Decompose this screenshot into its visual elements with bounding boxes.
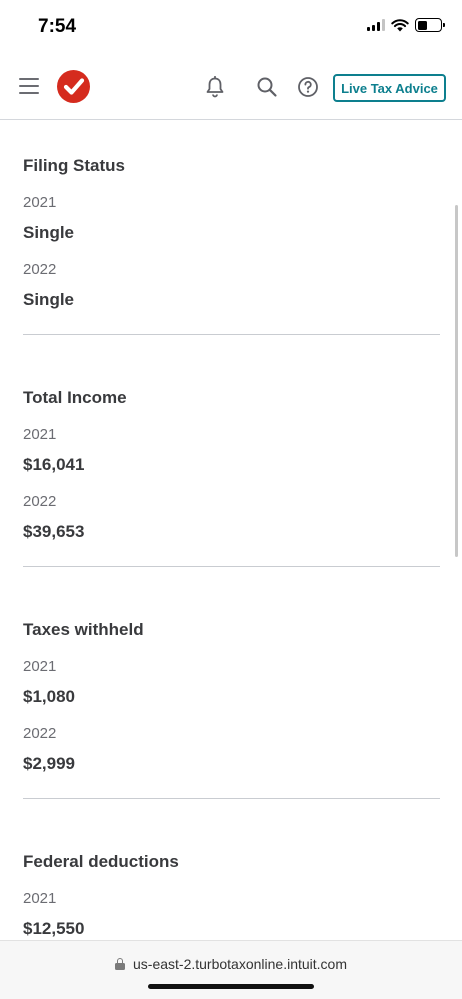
url-text: us-east-2.turbotaxonline.intuit.com	[133, 956, 347, 972]
url-display[interactable]: us-east-2.turbotaxonline.intuit.com	[0, 956, 462, 972]
year-value: $1,080	[23, 687, 75, 706]
year-value: $16,041	[23, 455, 85, 474]
year-label: 2021	[23, 890, 57, 907]
turbotax-logo[interactable]	[57, 70, 90, 103]
year-value: $39,653	[23, 522, 85, 541]
section-title: Filing Status	[23, 156, 125, 175]
total-income-section: Total Income 2021 $16,041 2022 $39,653	[23, 335, 440, 567]
battery-icon	[415, 18, 445, 32]
status-time: 7:54	[38, 16, 77, 37]
filing-status-section: Filing Status 2021 Single 2022 Single	[23, 120, 440, 335]
year-value: Single	[23, 223, 75, 242]
bell-icon[interactable]	[205, 76, 225, 98]
wifi-icon	[391, 18, 409, 31]
year-label: 2022	[23, 261, 57, 278]
federal-deductions-section: Federal deductions 2021 $12,550	[23, 799, 440, 939]
signal-icon	[367, 19, 385, 31]
lock-icon	[115, 958, 125, 970]
app-header: Live Tax Advice	[0, 56, 462, 120]
taxes-withheld-section: Taxes withheld 2021 $1,080 2022 $2,999	[23, 567, 440, 799]
status-bar: 7:54	[0, 0, 462, 56]
search-icon[interactable]	[256, 76, 278, 98]
section-title: Total Income	[23, 388, 127, 407]
year-value: $2,999	[23, 754, 75, 773]
menu-icon[interactable]	[19, 78, 39, 94]
year-label: 2021	[23, 194, 57, 211]
year-value: Single	[23, 290, 75, 309]
year-label: 2022	[23, 493, 57, 510]
section-title: Federal deductions	[23, 852, 179, 871]
year-label: 2022	[23, 725, 57, 742]
browser-url-bar[interactable]: us-east-2.turbotaxonline.intuit.com	[0, 940, 462, 999]
live-tax-advice-button[interactable]: Live Tax Advice	[333, 74, 446, 102]
year-value: $12,550	[23, 919, 85, 938]
status-icons	[367, 18, 445, 32]
year-label: 2021	[23, 426, 57, 443]
section-title: Taxes withheld	[23, 620, 144, 639]
year-label: 2021	[23, 658, 57, 675]
help-icon[interactable]	[297, 76, 319, 98]
tax-comparison-content: Filing Status 2021 Single 2022 Single To…	[23, 120, 440, 939]
home-indicator[interactable]	[148, 984, 314, 989]
scrollbar[interactable]	[455, 205, 458, 557]
